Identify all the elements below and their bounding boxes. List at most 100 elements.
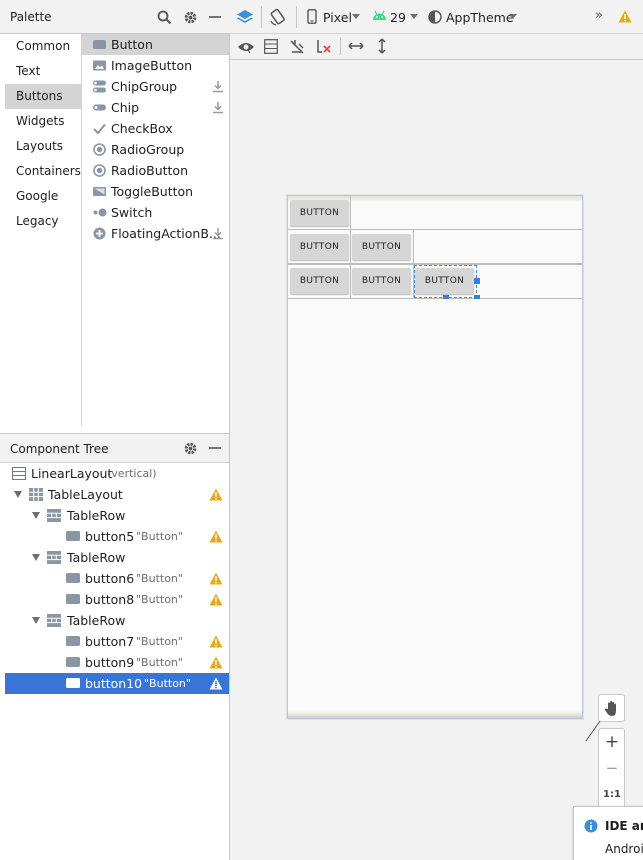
device-preview[interactable]: BUTTON BUTTON BUTTON BUTTON BUTTON BUTTO… [287,195,583,719]
warning-icon[interactable] [618,10,632,23]
palette-item-imagebutton[interactable]: ImageButton [82,55,229,76]
checkbox-icon [93,122,106,135]
api-level-selector[interactable]: 29 [390,10,406,25]
resize-handle[interactable] [443,295,449,299]
button-icon [66,530,80,542]
vertical-pack-icon[interactable] [376,38,388,54]
preview-button8[interactable]: BUTTON [352,234,411,260]
component-tree-header: Component Tree [0,434,229,463]
button-icon [66,635,80,647]
expand-arrow-icon[interactable] [32,617,40,624]
orientation-icon[interactable] [269,8,287,26]
warning-icon[interactable] [209,488,223,501]
notification-body: Android [605,842,643,856]
zoom-controls: + − 1:1 [598,728,625,808]
resize-handle[interactable] [474,295,480,299]
theme-icon [428,10,442,24]
minimize-icon[interactable] [207,440,223,456]
toggle-button-icon [93,185,106,198]
chevron-down-icon[interactable] [509,14,517,19]
expand-arrow-icon[interactable] [32,554,40,561]
button-icon [66,572,80,584]
clear-constraints-icon[interactable] [316,39,332,55]
tree-item-tablerow[interactable]: TableRow [5,505,229,526]
zoom-actual-size-button[interactable]: 1:1 [599,789,625,800]
gear-icon[interactable] [182,440,198,456]
button-icon [66,656,80,668]
palette-item-floatingactionbutton[interactable]: FloatingActionB... [82,223,229,244]
ide-notification[interactable]: IDE and Android [573,806,643,860]
switch-icon [93,206,107,219]
warning-icon[interactable] [209,635,223,648]
search-icon[interactable] [156,9,172,25]
theme-selector[interactable]: AppTheme [446,10,514,25]
warning-icon[interactable] [209,677,223,690]
warning-icon[interactable] [209,530,223,543]
tree-item-button10[interactable]: button10 "Button" [5,673,229,694]
palette-item-checkbox[interactable]: CheckBox [82,118,229,139]
tree-item-tablerow[interactable]: TableRow [5,547,229,568]
chevron-down-icon[interactable] [410,14,418,19]
category-layouts[interactable]: Layouts [5,134,81,159]
zoom-out-button[interactable]: − [599,759,625,777]
overflow-button[interactable]: » [595,8,603,23]
warning-icon[interactable] [209,572,223,585]
tree-item-linearlayout[interactable]: LinearLayout (vertical) [5,463,229,484]
download-icon[interactable] [212,101,224,114]
zoom-in-button[interactable]: + [599,732,625,752]
button-icon [93,38,106,51]
palette-item-radiogroup[interactable]: RadioGroup [82,139,229,160]
table-layout-icon [29,488,43,501]
button-icon [66,677,80,689]
palette-item-button[interactable]: Button [82,34,229,55]
category-containers[interactable]: Containers [5,159,81,184]
table-row-icon [47,614,61,627]
chip-group-icon [93,80,106,93]
category-buttons[interactable]: Buttons [5,84,81,109]
expand-arrow-icon[interactable] [32,512,40,519]
gear-icon[interactable] [182,9,198,25]
chevron-down-icon[interactable] [352,14,360,19]
tree-item-button5[interactable]: button5 "Button" [5,526,229,547]
layers-icon[interactable] [236,8,254,26]
warning-icon[interactable] [209,656,223,669]
category-legacy[interactable]: Legacy [5,209,81,234]
blueprint-icon[interactable] [264,39,278,54]
table-row-icon [47,509,61,522]
expand-arrow-icon[interactable] [14,491,22,498]
category-widgets[interactable]: Widgets [5,109,81,134]
palette-item-radiobutton[interactable]: RadioButton [82,160,229,181]
preview-button9[interactable]: BUTTON [352,268,411,294]
device-selector[interactable]: Pixel [323,10,352,25]
tree-item-button9[interactable]: button9 "Button" [5,652,229,673]
palette-item-chipgroup[interactable]: ChipGroup [82,76,229,97]
download-icon[interactable] [212,227,224,240]
preview-button7[interactable]: BUTTON [290,268,349,294]
category-text[interactable]: Text [5,59,81,84]
horizontal-pack-icon[interactable] [348,40,364,52]
layout-toolbar [230,34,643,60]
palette-item-togglebutton[interactable]: ToggleButton [82,181,229,202]
palette-item-chip[interactable]: Chip [82,97,229,118]
autoconnect-off-icon[interactable] [289,39,305,55]
tree-item-button6[interactable]: button6 "Button" [5,568,229,589]
image-button-icon [93,59,106,72]
preview-button6[interactable]: BUTTON [290,234,349,260]
eye-icon[interactable] [237,40,255,54]
palette-item-switch[interactable]: Switch [82,202,229,223]
minimize-icon[interactable] [207,9,223,25]
radio-button-icon [93,164,106,177]
palette-widget-list: Button ImageButton ChipGroup Chip CheckB… [82,34,229,426]
tree-item-tablerow[interactable]: TableRow [5,610,229,631]
pan-button[interactable] [598,694,625,722]
preview-button5[interactable]: BUTTON [290,200,349,226]
download-icon[interactable] [212,80,224,93]
tree-item-tablelayout[interactable]: TableLayout [5,484,229,505]
category-google[interactable]: Google [5,184,81,209]
tree-item-button7[interactable]: button7 "Button" [5,631,229,652]
category-common[interactable]: Common [5,34,81,59]
table-row-icon [47,551,61,564]
resize-handle[interactable] [474,278,480,284]
tree-item-button8[interactable]: button8 "Button" [5,589,229,610]
warning-icon[interactable] [209,593,223,606]
